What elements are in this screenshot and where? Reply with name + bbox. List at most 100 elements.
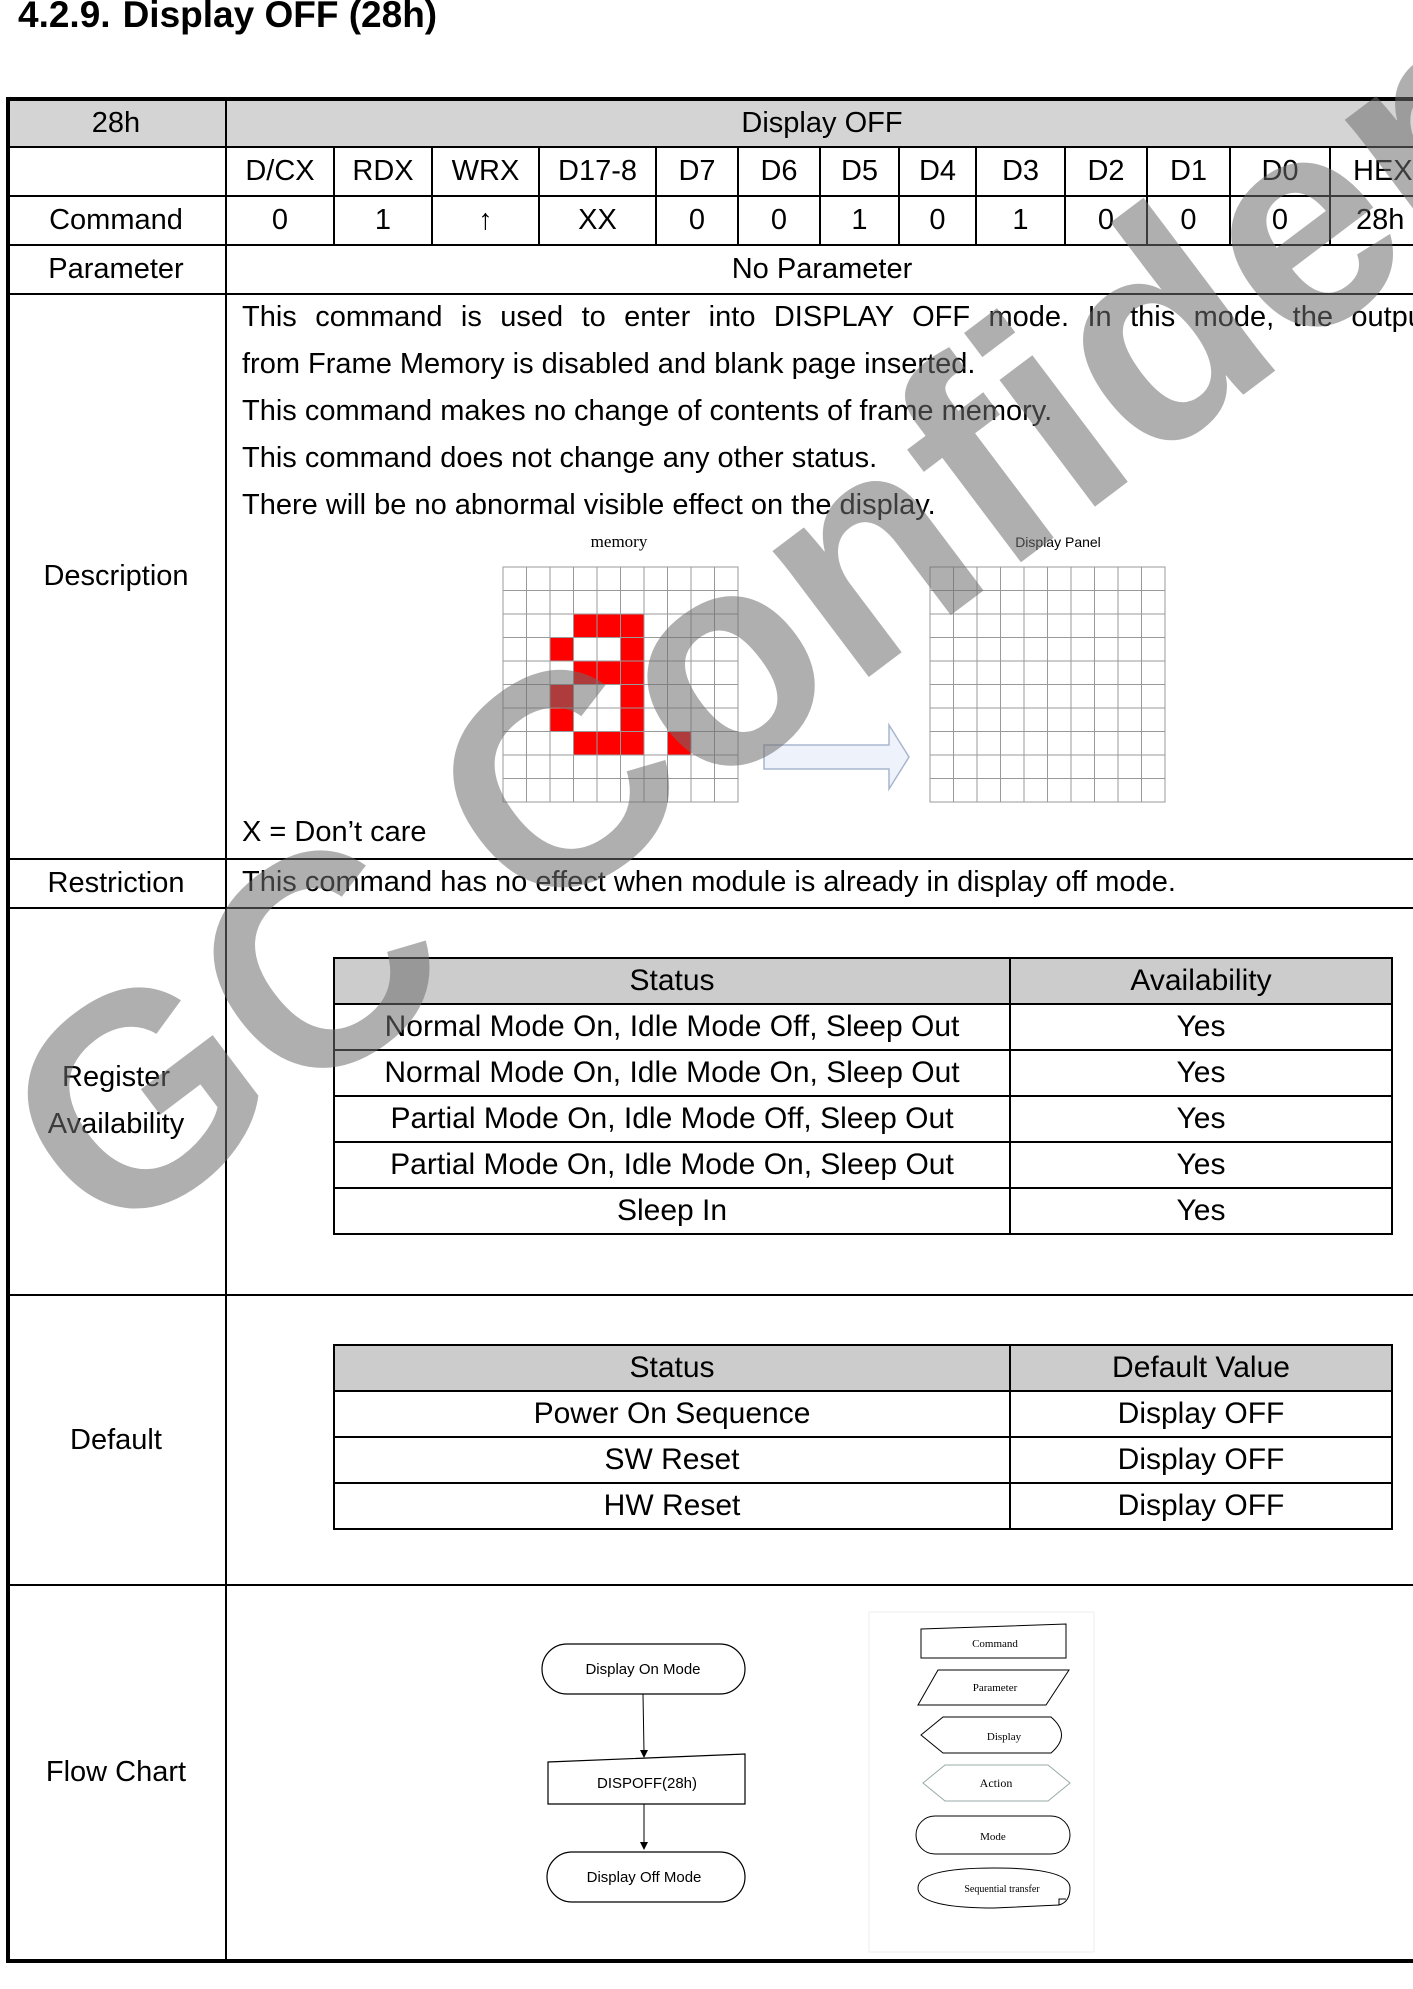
pixel-cell (1117, 566, 1142, 591)
pixel-cell (526, 590, 551, 615)
bit-value: 0 (1180, 204, 1197, 236)
pixel-cell (1070, 707, 1095, 732)
bit-value: 0 (929, 204, 946, 236)
status-cell: Normal Mode On, Idle Mode On, Sleep Out (333, 1049, 1011, 1097)
pixel-cell (1023, 660, 1048, 685)
bit-header: WRX (451, 155, 520, 187)
pixel-cell (502, 707, 527, 732)
pixel-cell (643, 731, 668, 756)
status-cell: SW Reset (333, 1436, 1011, 1484)
pixel-cell (1070, 660, 1095, 685)
pixel-cell (549, 660, 574, 685)
pixel-cell (714, 637, 739, 662)
value-cell: Yes (1009, 1003, 1393, 1051)
bit-value: 0 (1097, 204, 1115, 236)
table-row: Normal Mode On, Idle Mode Off, Sleep Out… (333, 1003, 1393, 1051)
bit-header: D0 (1261, 155, 1299, 187)
pixel-cell (976, 660, 1001, 685)
pixel-cell (643, 778, 668, 803)
flow-chart-label: Flow Chart (45, 1755, 187, 1788)
pixel-cell (573, 566, 598, 591)
pixel-cell (1070, 754, 1095, 779)
pixel-cell (690, 637, 715, 662)
pixel-cell (502, 637, 527, 662)
lit-pixel (620, 707, 645, 732)
pixel-cell (667, 778, 692, 803)
pixel-cell (1141, 590, 1166, 615)
bit-value: 1 (851, 204, 868, 236)
pixel-cell (1023, 566, 1048, 591)
pixel-cell (549, 778, 574, 803)
section-title: Display OFF (28h) (122, 0, 438, 35)
table-row: Partial Mode On, Idle Mode On, Sleep Out… (333, 1141, 1393, 1189)
pixel-cell (1141, 637, 1166, 662)
legend-label: Parameter (973, 1682, 1018, 1694)
pixel-cell (526, 566, 551, 591)
pixel-cell (1047, 613, 1072, 638)
pixel-cell (690, 731, 715, 756)
pixel-cell (1117, 684, 1142, 709)
pixel-cell (953, 684, 978, 709)
pixel-cell (1094, 637, 1119, 662)
pixel-cell (1000, 613, 1025, 638)
pixel-cell (953, 613, 978, 638)
pixel-cell (573, 637, 598, 662)
pixel-cell (1023, 613, 1048, 638)
pixel-cell (1141, 660, 1166, 685)
restriction-label: Restriction (47, 867, 185, 899)
pixel-cell (690, 684, 715, 709)
pixel-cell (596, 566, 621, 591)
pixel-cell (526, 660, 551, 685)
default-table: Status Default Value Power On Sequence D… (333, 1344, 1393, 1530)
pixel-cell (1000, 707, 1025, 732)
command-name: Display OFF (741, 107, 903, 139)
description-line: This command is used to enter into DISPL… (242, 301, 1413, 333)
flow-connector (642, 1693, 645, 1753)
table-row: Power On Sequence Display OFF (333, 1390, 1393, 1438)
pixel-cell (667, 590, 692, 615)
pixel-cell (573, 590, 598, 615)
pixel-cell (1000, 637, 1025, 662)
pixel-cell (1047, 637, 1072, 662)
pixel-cell (596, 590, 621, 615)
value-cell: Yes (1009, 1095, 1393, 1143)
pixel-cell (596, 778, 621, 803)
bit-header: D5 (840, 155, 879, 187)
pixel-cell (714, 590, 739, 615)
pixel-cell (643, 590, 668, 615)
pixel-cell (1141, 731, 1166, 756)
pixel-cell (1070, 637, 1095, 662)
lit-pixel (549, 684, 574, 709)
pixel-cell (620, 590, 645, 615)
pixel-cell (1047, 707, 1072, 732)
pixel-cell (1141, 566, 1166, 591)
pixel-cell (502, 731, 527, 756)
value-cell: Display OFF (1009, 1390, 1393, 1438)
pixel-cell (573, 707, 598, 732)
memory-to-panel-figure: memory Display Panel (502, 532, 1166, 803)
pixel-cell (1023, 684, 1048, 709)
pixel-cell (1070, 684, 1095, 709)
pixel-cell (1094, 754, 1119, 779)
description-line: There will be no abnormal visible effect… (242, 489, 936, 521)
table-row: SW Reset Display OFF (333, 1436, 1393, 1484)
pixel-cell (714, 684, 739, 709)
arrow-head-icon (640, 1750, 648, 1758)
status-cell: HW Reset (333, 1482, 1011, 1530)
pixel-cell (976, 613, 1001, 638)
lit-pixel (620, 637, 645, 662)
status-cell: Power On Sequence (333, 1390, 1011, 1438)
pixel-cell (596, 637, 621, 662)
pixel-cell (929, 754, 954, 779)
legend-label: Command (972, 1638, 1018, 1650)
pixel-cell (667, 754, 692, 779)
pixel-cell (1047, 660, 1072, 685)
pixel-cell (667, 637, 692, 662)
pixel-cell (929, 590, 954, 615)
pixel-cell (620, 754, 645, 779)
pixel-cell (690, 613, 715, 638)
pixel-cell (1047, 778, 1072, 803)
bit-value: ↑ (478, 204, 493, 236)
description-line: This command makes no change of contents… (242, 395, 1053, 427)
value-cell: Display OFF (1009, 1436, 1393, 1484)
